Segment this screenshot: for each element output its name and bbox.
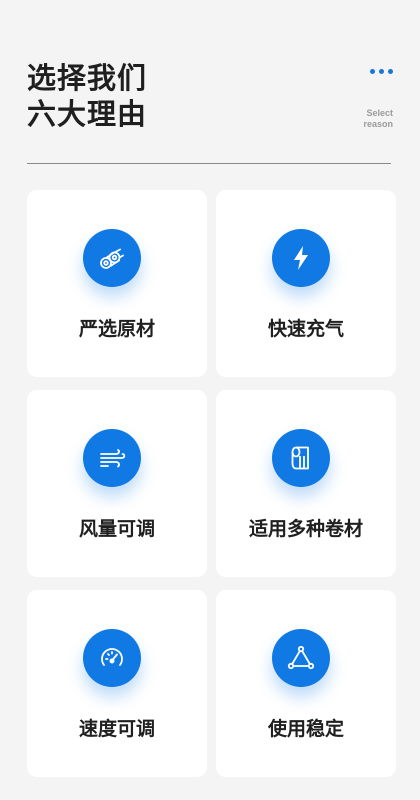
more-dot	[379, 68, 384, 74]
triangle-stability-icon	[272, 629, 330, 687]
material-rolls-icon	[83, 229, 141, 287]
page-subtitle: Select reason	[363, 108, 393, 130]
paper-roll-icon	[272, 429, 330, 487]
page-title: 选择我们 六大理由	[27, 60, 287, 132]
reason-label: 适用多种卷材	[248, 518, 363, 540]
subtitle-line-2: reason	[363, 119, 393, 129]
wind-icon	[83, 429, 141, 487]
page-title-line-1: 选择我们	[27, 61, 148, 95]
reason-card-airflow[interactable]: 风量可调	[27, 390, 207, 577]
reason-label: 使用稳定	[267, 718, 344, 740]
reasons-grid: 严选原材 快速充气 风量可调 适用多种卷材 速度可调 使用稳定	[27, 190, 396, 777]
reason-card-materials[interactable]: 严选原材	[27, 190, 207, 377]
reason-label: 快速充气	[267, 318, 344, 340]
reason-card-fast-inflation[interactable]: 快速充气	[216, 190, 396, 377]
page-header: 选择我们 六大理由 Select reason	[27, 60, 393, 150]
reason-label: 风量可调	[78, 518, 155, 540]
lightning-icon	[272, 229, 330, 287]
subtitle-line-1: Select	[366, 108, 393, 118]
reason-card-speed[interactable]: 速度可调	[27, 590, 207, 777]
header-divider	[27, 163, 391, 164]
reason-card-stability[interactable]: 使用稳定	[216, 590, 396, 777]
reason-card-multi-material[interactable]: 适用多种卷材	[216, 390, 396, 577]
reason-label: 严选原材	[78, 318, 155, 340]
speedometer-icon	[83, 629, 141, 687]
reason-label: 速度可调	[78, 718, 155, 740]
more-dots-icon[interactable]	[367, 66, 393, 76]
more-dot	[388, 68, 393, 74]
page-title-line-2: 六大理由	[27, 97, 148, 131]
more-dot	[370, 68, 375, 74]
